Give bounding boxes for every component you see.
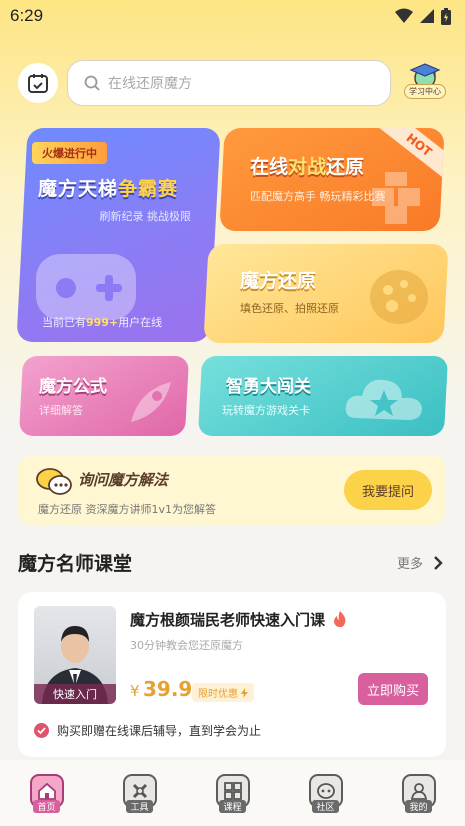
signal-icon [420,9,434,23]
status-icons [395,7,451,25]
restore-title: 魔方还原 [240,270,317,292]
course-title-text: 魔方根颜瑞民老师快速入门课 [130,611,326,629]
ladder-competition-card[interactable]: 火爆进行中 魔方天梯争霸赛 刷新纪录 挑战极限 当前已有999+用户在线 [16,128,221,342]
ladder-title-accent: 争霸赛 [118,178,179,200]
ask-solution-card[interactable]: 询问魔方解法 魔方还原 资深魔方讲师1v1为您解答 我要提问 [18,455,446,525]
section-title: 魔方名师课堂 [18,553,133,575]
study-center-button[interactable]: 学习中心 [401,62,449,106]
more-label: 更多 [396,557,423,572]
limited-offer-tag: 限时优惠 [192,683,255,702]
online-title-post: 还原 [326,156,365,178]
tab-course[interactable]: 课程 [203,774,263,813]
more-link[interactable]: 更多 [397,553,443,572]
online-title-pre: 在线 [250,156,289,178]
cube-formula-card[interactable]: 魔方公式 详细解答 [18,356,190,436]
online-battle-subtitle: 匹配魔方高手 畅玩精彩比赛 [250,190,386,203]
search-input[interactable]: 在线还原魔方 [67,60,391,106]
rocket-icon [131,382,171,422]
tab-profile[interactable]: 我的 [389,774,449,813]
status-time: 6:29 [10,6,44,25]
bonus-text: 购买即赠在线课后辅导，直到学会为止 [57,724,262,738]
course-price: 39.9 [143,677,193,701]
online-title-accent: 对战 [288,156,327,178]
tab-tools[interactable]: 工具 [110,774,170,813]
search-placeholder: 在线还原魔方 [108,76,192,92]
limited-offer-label: 限时优惠 [198,689,238,700]
search-icon [84,75,100,91]
restore-subtitle: 填色还原、拍照还原 [240,302,339,315]
online-battle-title: 在线对战还原 [250,152,364,179]
online-count: 999+ [86,316,119,329]
tab-home-label: 首页 [33,800,60,813]
hot-badge: 火爆进行中 [32,142,107,164]
battery-icon [441,7,451,25]
course-card[interactable]: 快速入门 魔方根颜瑞民老师快速入门课 30分钟教会您还原魔方 ¥ 39.9 限时… [18,592,446,757]
ladder-title: 魔方天梯争霸赛 [38,174,178,201]
chat-bubble-icon [36,468,72,495]
bonus-note: 购买即赠在线课后辅导，直到学会为止 [34,722,261,739]
ladder-title-main: 魔方天梯 [38,178,119,200]
bottom-tab-bar: 首页 工具 课程 社区 我的 [0,760,465,826]
tab-community-label: 社区 [312,800,339,813]
calendar-icon [28,74,48,93]
course-subtitle: 30分钟教会您还原魔方 [130,639,243,652]
online-prefix: 当前已有 [42,316,86,329]
photo-tag: 快速入门 [34,684,116,704]
buy-now-button[interactable]: 立即购买 [358,673,428,705]
fire-icon [334,611,346,628]
ladder-subtitle: 刷新纪录 挑战极限 [99,210,192,223]
formula-title: 魔方公式 [39,377,107,397]
formula-subtitle: 详细解答 [39,404,83,417]
tab-home[interactable]: 首页 [17,774,77,813]
status-bar: 6:29 [0,0,465,32]
search-row: 在线还原魔方 学习中心 [18,60,448,106]
brave-subtitle: 玩转魔方游戏关卡 [222,404,310,417]
ask-subtitle: 魔方还原 资深魔方讲师1v1为您解答 [38,503,217,516]
ask-title: 询问魔方解法 [78,471,169,489]
online-suffix: 用户在线 [118,316,163,329]
study-center-label: 学习中心 [404,84,446,99]
wifi-icon [395,8,413,23]
course-title: 魔方根颜瑞民老师快速入门课 [130,609,347,630]
lightning-icon [241,688,249,698]
teacher-photo: 快速入门 [34,606,116,704]
online-users-text: 当前已有999+用户在线 [42,314,162,330]
calendar-button[interactable] [18,63,58,103]
tab-tools-label: 工具 [126,800,153,813]
cube-restore-card[interactable]: 魔方还原 填色还原、拍照还原 [203,244,449,343]
ask-question-button[interactable]: 我要提问 [344,470,432,510]
tab-course-label: 课程 [219,800,246,813]
cube-icon [372,172,420,224]
online-battle-card[interactable]: 在线对战还原 匹配魔方高手 畅玩精彩比赛 HOT [219,128,445,231]
palette-icon [370,270,428,324]
tab-profile-label: 我的 [405,800,432,813]
cloud-star-icon [345,379,422,420]
price-symbol: ¥ [130,682,140,700]
brave-title: 智勇大闯关 [226,377,311,397]
brave-challenge-card[interactable]: 智勇大闯关 玩转魔方游戏关卡 [197,356,449,436]
check-circle-icon [34,723,49,738]
tab-community[interactable]: 社区 [296,774,356,813]
chevron-right-icon [434,555,443,570]
